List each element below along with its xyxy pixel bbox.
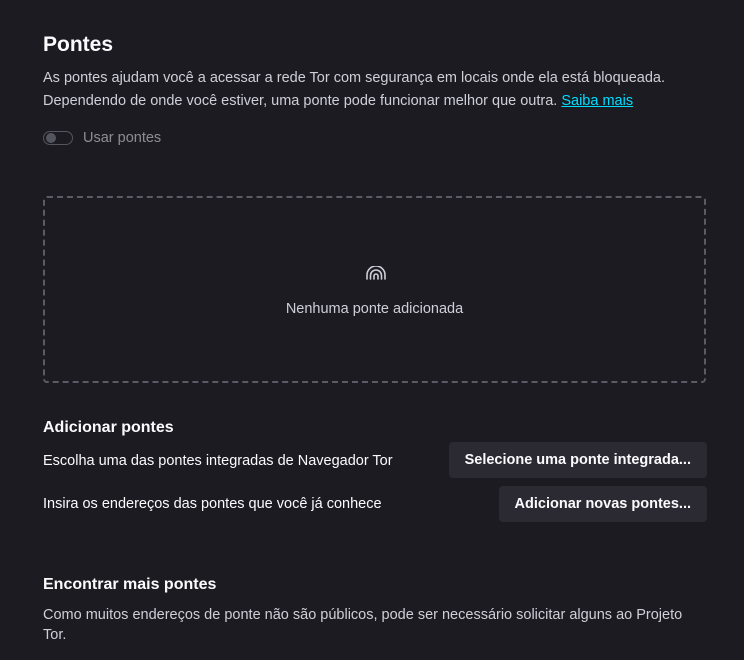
learn-more-link[interactable]: Saiba mais: [561, 93, 633, 109]
bridge-icon: [365, 265, 387, 285]
find-more-bridges-heading: Encontrar mais pontes: [43, 576, 217, 593]
manual-bridge-label: Insira os endereços das pontes que você …: [43, 496, 382, 512]
add-new-bridges-button[interactable]: Adicionar novas pontes...: [498, 486, 707, 522]
use-bridges-toggle[interactable]: [43, 131, 73, 145]
use-bridges-toggle-row[interactable]: Usar pontes: [43, 128, 161, 148]
use-bridges-label: Usar pontes: [83, 130, 162, 146]
bridges-empty-state: Nenhuma ponte adicionada: [43, 196, 706, 383]
select-builtin-bridge-button[interactable]: Selecione uma ponte integrada...: [448, 442, 707, 478]
add-bridges-heading: Adicionar pontes: [43, 419, 174, 436]
page-title: Pontes: [43, 33, 114, 56]
no-bridges-text: Nenhuma ponte adicionada: [285, 301, 464, 317]
bridges-description: As pontes ajudam você a acessar a rede T…: [43, 67, 703, 112]
find-more-bridges-description: Como muitos endereços de ponte não são p…: [43, 607, 683, 643]
toggle-knob: [46, 133, 56, 143]
bridges-settings-page: Pontes As pontes ajudam você a acessar a…: [0, 0, 744, 660]
builtin-bridge-label: Escolha uma das pontes integradas de Nav…: [43, 453, 393, 469]
